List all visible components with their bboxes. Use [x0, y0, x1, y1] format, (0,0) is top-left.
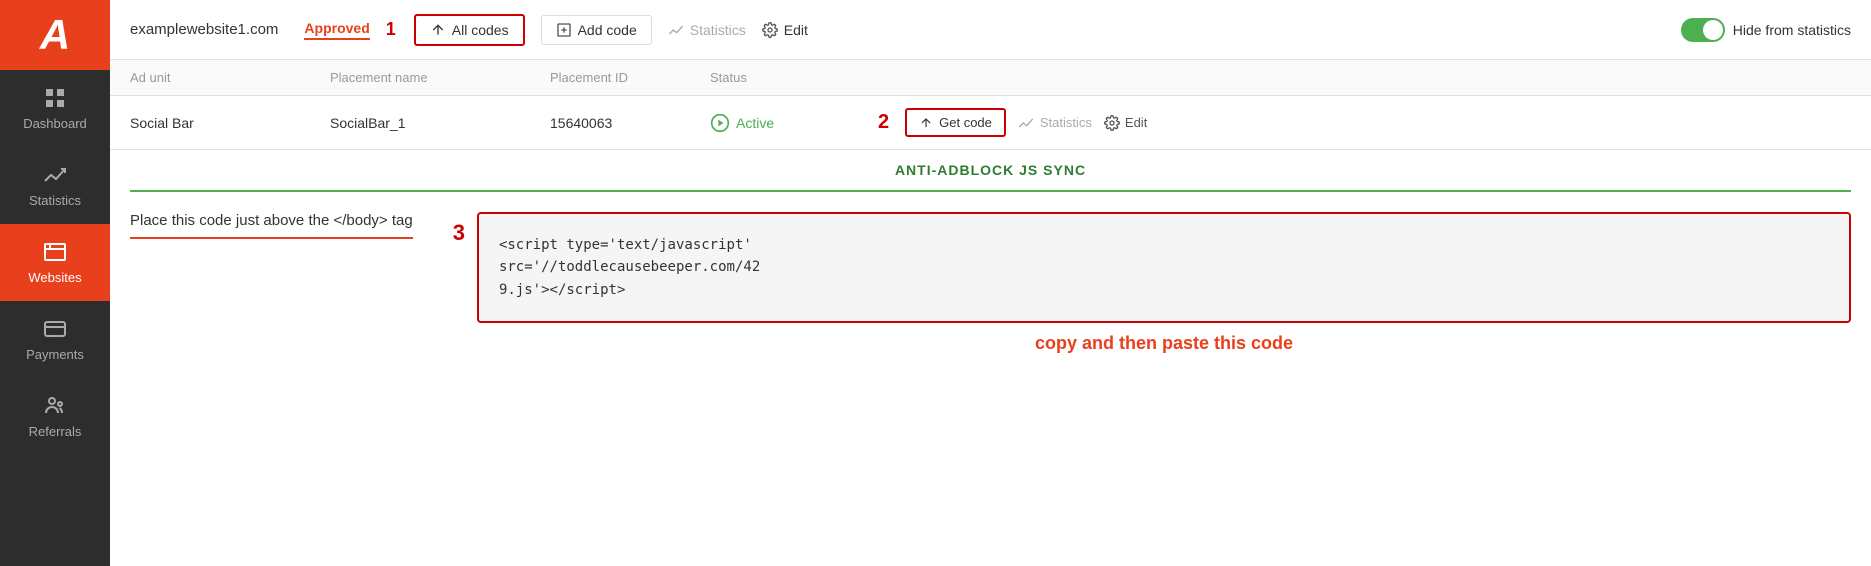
toggle-knob	[1703, 20, 1723, 40]
stats-icon	[668, 22, 684, 38]
sidebar-item-label: Statistics	[29, 193, 81, 208]
code-right-wrapper: 3 <script type='text/javascript' src='//…	[453, 212, 1851, 354]
websites-icon	[43, 240, 67, 264]
row-edit-label: Edit	[1125, 115, 1147, 130]
code-block[interactable]: <script type='text/javascript' src='//to…	[477, 212, 1851, 323]
step1-num: 1	[386, 19, 396, 40]
row-edit-link[interactable]: Edit	[1104, 115, 1147, 131]
placement-id-cell: 15640063	[550, 115, 710, 131]
table-row: Social Bar SocialBar_1 15640063 Active 2…	[110, 96, 1871, 150]
add-code-icon	[556, 22, 572, 38]
grid-icon	[43, 86, 67, 110]
hide-statistics-toggle-container: Hide from statistics	[1681, 18, 1851, 42]
sidebar-item-dashboard[interactable]: Dashboard	[0, 70, 110, 147]
get-code-button[interactable]: Get code	[905, 108, 1006, 137]
step3-num: 3	[453, 220, 465, 246]
anti-adblock-title: ANTI-ADBLOCK JS SYNC	[110, 150, 1871, 190]
domain-label: examplewebsite1.com	[130, 21, 278, 38]
sidebar-item-label: Websites	[28, 270, 81, 285]
add-code-label: Add code	[578, 22, 637, 38]
sidebar-logo[interactable]: A	[0, 0, 110, 70]
payments-icon	[43, 317, 67, 341]
approved-label: Approved	[304, 20, 369, 40]
sidebar-item-payments[interactable]: Payments	[0, 301, 110, 378]
logo-letter: A	[40, 11, 70, 59]
referrals-icon	[43, 394, 67, 418]
sidebar-item-label: Payments	[26, 347, 84, 362]
active-status-icon	[710, 113, 730, 133]
col-adunit: Ad unit	[130, 70, 330, 85]
all-codes-label: All codes	[452, 22, 509, 38]
sidebar-item-label: Dashboard	[23, 116, 87, 131]
chart-icon	[43, 163, 67, 187]
code-left-panel: Place this code just above the </body> t…	[130, 212, 413, 239]
get-code-label: Get code	[939, 115, 992, 130]
sidebar-item-label: Referrals	[29, 424, 82, 439]
sidebar-item-referrals[interactable]: Referrals	[0, 378, 110, 455]
toggle-label: Hide from statistics	[1733, 22, 1851, 38]
table-header: Ad unit Placement name Placement ID Stat…	[110, 60, 1871, 96]
code-text: <script type='text/javascript' src='//to…	[499, 237, 760, 298]
upload-icon	[430, 22, 446, 38]
gear-icon	[762, 22, 778, 38]
step2-num: 2	[878, 111, 889, 134]
all-codes-button[interactable]: All codes	[414, 14, 525, 46]
edit-link[interactable]: Edit	[762, 22, 808, 38]
sidebar-item-websites[interactable]: Websites	[0, 224, 110, 301]
code-instruction: Place this code just above the </body> t…	[130, 212, 413, 229]
col-status: Status	[710, 70, 830, 85]
main-content: examplewebsite1.com Approved 1 All codes…	[110, 0, 1871, 566]
instruction-underline	[130, 237, 413, 239]
status-label: Active	[736, 115, 774, 131]
row-gear-icon	[1104, 115, 1120, 131]
statistics-link-label: Statistics	[690, 22, 746, 38]
copy-label: copy and then paste this code	[477, 333, 1851, 354]
hide-statistics-toggle[interactable]	[1681, 18, 1725, 42]
status-cell: Active	[710, 113, 870, 133]
row-statistics-link[interactable]: Statistics	[1018, 115, 1092, 131]
row-actions: 2 Get code Statistics Edit	[878, 108, 1147, 137]
col-placement-id: Placement ID	[550, 70, 710, 85]
code-section: Place this code just above the </body> t…	[110, 192, 1871, 566]
statistics-link[interactable]: Statistics	[668, 22, 746, 38]
sidebar-item-statistics[interactable]: Statistics	[0, 147, 110, 224]
row-stats-icon	[1018, 115, 1034, 131]
adunit-cell: Social Bar	[130, 115, 330, 131]
add-code-button[interactable]: Add code	[541, 15, 652, 45]
placement-name-cell: SocialBar_1	[330, 115, 550, 131]
col-placement-name: Placement name	[330, 70, 550, 85]
topbar: examplewebsite1.com Approved 1 All codes…	[110, 0, 1871, 60]
code-right-panel: <script type='text/javascript' src='//to…	[477, 212, 1851, 354]
upload-icon	[919, 116, 933, 130]
row-statistics-label: Statistics	[1040, 115, 1092, 130]
sidebar: A Dashboard Statistics Websites Payments…	[0, 0, 110, 566]
edit-label: Edit	[784, 22, 808, 38]
